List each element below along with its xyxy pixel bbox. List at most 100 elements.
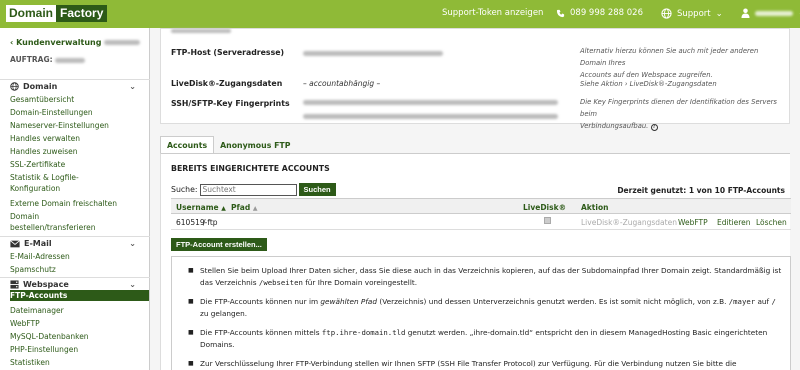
person-icon [741, 8, 750, 18]
note-path-text3: auf [757, 297, 770, 306]
envelope-icon [10, 239, 20, 247]
note-upload: Stellen Sie beim Upload Ihrer Daten sich… [188, 265, 785, 289]
help-icon[interactable]: ? [650, 124, 658, 131]
action-livedisk-credentials: LiveDisk®-Zugangsdaten [581, 218, 677, 227]
note-host-code: ftp.ihre-domain.tld [321, 328, 406, 337]
section-domain[interactable]: Domain ⌄ [0, 79, 150, 93]
col-username[interactable]: Username ▲ [176, 203, 226, 212]
sidebar-item-php-settings[interactable]: PHP-Einstellungen [10, 344, 145, 355]
tab-anonymous-ftp[interactable]: Anonymous FTP [214, 136, 296, 154]
logo[interactable]: Domain Factory [6, 5, 108, 22]
sidebar-item-statistics-line1[interactable]: Statistik & Logfile- [10, 172, 145, 183]
col-username-label: Username [176, 203, 219, 212]
note-upload-text3: für Ihre Domain voreingestellt. [305, 278, 418, 287]
col-path[interactable]: Pfad ▲ [231, 203, 257, 212]
chevron-down-icon: ⌄ [129, 82, 136, 91]
chevron-down-icon: ⌄ [129, 280, 136, 289]
sidebar-item-domain-settings[interactable]: Domain-Einstellungen [10, 107, 145, 118]
logo-domain: Domain [6, 5, 57, 22]
server-info-box: FTP-Host (Serveradresse) Alternativ hier… [160, 28, 790, 131]
back-to-customer-admin[interactable]: ‹ Kundenverwaltung [10, 38, 141, 47]
note-host-text: Die FTP-Accounts können mittels [200, 328, 320, 337]
username-blurred [755, 10, 793, 16]
note-path-code1: /mayer [728, 297, 756, 306]
row-path: / [203, 218, 206, 227]
action-webftp[interactable]: WebFTP [678, 218, 708, 227]
phone-info: 089 998 288 026 [556, 8, 643, 18]
ssh-fingerprint-value [303, 97, 558, 120]
usage-info: Derzeit genutzt: 1 von 10 FTP-Accounts [617, 186, 785, 195]
section-email[interactable]: E-Mail ⌄ [0, 236, 150, 250]
accounts-table: Username ▲ Pfad ▲ LiveDisk® Aktion 61051… [171, 198, 791, 230]
row-username: 610519-ftp [176, 218, 218, 227]
ftp-host-hint-line1: Alternativ hierzu können Sie auch mit je… [580, 47, 759, 67]
ssh-hint-line1: Die Key Fingerprints dienen der Identifi… [580, 98, 777, 118]
support-label: Support [677, 8, 711, 19]
note-path-text: Die FTP-Accounts können nur im [200, 297, 319, 306]
note-path-code2: / [771, 297, 776, 306]
sidebar-item-webftp[interactable]: WebFTP [10, 318, 145, 329]
tab-bar: Accounts Anonymous FTP [160, 136, 296, 154]
livedisk-label: LiveDisk®-Zugangsdaten [171, 79, 283, 88]
table-row: 610519-ftp / LiveDisk®-Zugangsdaten WebF… [171, 214, 791, 230]
ssh-fingerprint-label: SSH/SFTP-Key Fingerprints [171, 99, 290, 108]
sidebar-item-statistics[interactable]: Statistiken [10, 357, 145, 368]
section-webspace[interactable]: Webspace ⌄ [0, 277, 150, 291]
tab-accounts[interactable]: Accounts [160, 136, 215, 154]
create-ftp-account-button[interactable]: FTP-Account erstellen... [171, 238, 267, 251]
support-token-label: Support-Token anzeigen [442, 8, 544, 18]
support-token-link[interactable]: Support-Token anzeigen [442, 8, 543, 18]
globe-icon [10, 82, 19, 91]
sidebar-item-ssl[interactable]: SSL-Zertifikate [10, 159, 145, 170]
sidebar-item-handles-assign[interactable]: Handles zuweisen [10, 146, 145, 157]
note-host-text3: Domains. [200, 340, 235, 349]
action-delete[interactable]: Löschen [756, 218, 787, 227]
accounts-title: BEREITS EINGERICHTETE ACCOUNTS [171, 164, 330, 173]
sidebar-item-domain-order-line2[interactable]: bestellen/transferieren [10, 222, 145, 233]
livedisk-value: – accountabhängig – [303, 79, 381, 88]
sidebar-item-handles-manage[interactable]: Handles verwalten [10, 133, 145, 144]
auftrag-blurred [55, 57, 86, 63]
sidebar: ‹ Kundenverwaltung AUFTRAG: Domain ⌄ Ges… [0, 28, 150, 370]
sidebar-item-statistics-line2[interactable]: Konfiguration [10, 183, 145, 194]
support-menu[interactable]: Support ⌄ [661, 8, 723, 19]
auftrag-label: AUFTRAG: [10, 55, 53, 64]
sidebar-item-email-addresses[interactable]: E-Mail-Adressen [10, 251, 145, 262]
sidebar-item-mysql[interactable]: MySQL-Datenbanken [10, 331, 145, 342]
header-blurred [171, 29, 231, 33]
search-row: Suche: Suchen [171, 183, 336, 196]
sort-icon: ▲ [252, 205, 258, 212]
auftrag-info: AUFTRAG: [10, 55, 86, 64]
sidebar-item-external-domain[interactable]: Externe Domain freischalten [10, 198, 145, 209]
sidebar-item-spam-protection[interactable]: Spamschutz [10, 264, 145, 275]
sidebar-item-file-manager[interactable]: Dateimanager [10, 305, 145, 316]
phone-icon [556, 9, 565, 17]
sidebar-item-domain-order-line1[interactable]: Domain [10, 211, 145, 222]
ssh-hint-line2: Verbindungsaufbau. [580, 122, 649, 130]
accounts-panel: BEREITS EINGERICHTETE ACCOUNTS Suche: Su… [160, 153, 791, 370]
customer-blurred [104, 40, 141, 45]
search-label: Suche: [171, 185, 198, 194]
sidebar-item-ftp-accounts[interactable]: FTP-Accounts [10, 290, 149, 301]
note-host: Die FTP-Accounts können mittels ftp.ihre… [188, 327, 785, 351]
note-sftp: Zur Verschlüsselung Ihrer FTP-Verbindung… [188, 358, 785, 370]
action-edit[interactable]: Editieren [717, 218, 751, 227]
livedisk-hint: Siehe Aktion › LiveDisk®-Zugangsdaten [580, 80, 717, 88]
sidebar-item-overview[interactable]: Gesamtübersicht [10, 94, 145, 105]
col-path-label: Pfad [231, 203, 251, 212]
sidebar-item-nameserver[interactable]: Nameserver-Einstellungen [10, 120, 145, 131]
sort-asc-icon: ▲ [221, 205, 226, 212]
note-upload-text2: Verzeichnis [215, 278, 257, 287]
search-input[interactable] [199, 183, 297, 196]
user-menu[interactable]: ⌄ [741, 8, 800, 18]
ftp-host-hint: Alternativ hierzu können Sie auch mit je… [580, 45, 785, 81]
note-path-text5: gelangen. [210, 309, 248, 318]
chevron-down-icon: ⌄ [715, 8, 723, 19]
server-icon [10, 280, 19, 289]
logo-factory: Factory [56, 5, 108, 22]
search-button[interactable]: Suchen [298, 183, 336, 196]
note-host-text2: genutzt werden. „ihre-domain.tld“ entspr… [407, 328, 768, 337]
notes-box: Stellen Sie beim Upload Ihrer Daten sich… [171, 256, 791, 370]
chevron-down-icon: ⌄ [129, 239, 136, 248]
top-bar: Domain Factory Support-Token anzeigen 08… [0, 0, 800, 28]
